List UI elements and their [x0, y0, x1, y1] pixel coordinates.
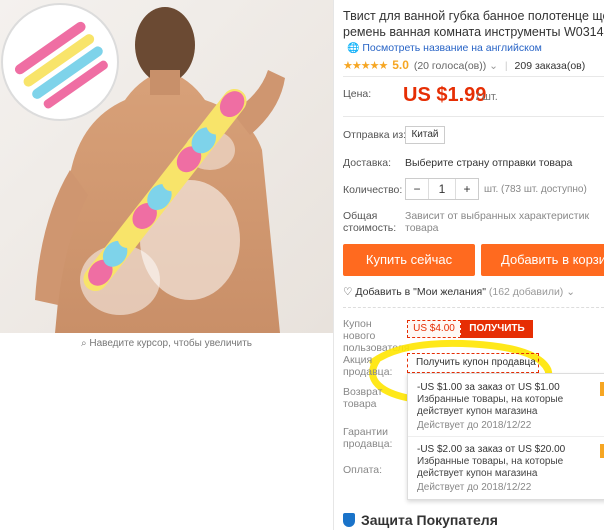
chevron-down-icon[interactable]: ⌄ — [566, 286, 575, 298]
product-image[interactable] — [0, 0, 333, 333]
product-info: Твист для ванной губка банное полотенце … — [343, 0, 604, 530]
rating-score: 5.0 — [392, 58, 409, 72]
separator: | — [504, 60, 508, 72]
shield-icon — [343, 513, 355, 527]
translate-title-link[interactable]: 🌐 Посмотреть название на английском — [347, 42, 542, 54]
divider — [343, 116, 604, 117]
chevron-down-icon[interactable]: ⌄ — [489, 60, 498, 72]
coupon-offer-1-desc2: действует купон магазина — [417, 406, 538, 417]
coupon-offer-2-title: -US $2.00 за заказ от US $20.00 — [417, 444, 566, 455]
guarantee-label: Гарантии продавца: — [343, 426, 393, 450]
product-title: Твист для ванной губка банное полотенце … — [343, 8, 604, 40]
quantity-decrease-button[interactable]: − — [406, 179, 428, 199]
product-title-line-2: ремень ванная комната инструменты W0314 — [343, 25, 604, 39]
delivery-label: Доставка: — [343, 157, 392, 169]
price-value: US $1.99 — [403, 84, 487, 106]
rating-row: ★★★★★ 5.0 (20 голоса(ов)) ⌄ | 209 заказа… — [343, 58, 585, 72]
seller-promo-label: Акция продавца: — [343, 354, 393, 378]
wishlist-count: (162 добавили) — [488, 286, 564, 298]
translate-icon: 🌐 — [347, 43, 360, 54]
coupon-offer-2[interactable]: -US $2.00 за заказ от US $20.00 Избранны… — [417, 444, 565, 494]
coupon-offer-2-desc: Избранные товары, на которые — [417, 456, 564, 467]
buyer-protection-title: Защита Покупателя — [361, 512, 498, 528]
seller-coupon-dropdown: -US $1.00 за заказ от US $1.00 Избранные… — [407, 373, 604, 500]
divider — [408, 436, 604, 437]
price-unit: / шт. — [476, 91, 498, 103]
coupon-offer-1-title: -US $1.00 за заказ от US $1.00 — [417, 382, 560, 393]
buy-now-button[interactable]: Купить сейчас — [343, 244, 475, 276]
star-rating-icon[interactable]: ★★★★★ — [343, 60, 388, 72]
payment-label: Оплата: — [343, 464, 383, 476]
coupon-offer-1[interactable]: -US $1.00 за заказ от US $1.00 Избранные… — [417, 382, 563, 432]
new-user-coupon-amount: US $4.00 — [407, 320, 461, 338]
quantity-input[interactable]: 1 — [428, 179, 456, 199]
price-label: Цена: — [343, 88, 372, 100]
product-gallery: ⌕ Наведите курсор, чтобы увеличить — [0, 0, 335, 530]
quantity-increase-button[interactable]: + — [456, 179, 478, 199]
get-coupon-tab[interactable] — [600, 382, 604, 396]
product-title-line-1: Твист для ванной губка банное полотенце … — [343, 9, 604, 23]
magnifier-icon: ⌕ — [80, 338, 87, 349]
zoom-hint-text: Наведите курсор, чтобы увеличить — [89, 338, 253, 349]
zoom-hint: ⌕ Наведите курсор, чтобы увеличить — [0, 338, 333, 349]
quantity-label: Количество: — [343, 184, 403, 196]
quantity-available: шт. (783 шт. доступно) — [484, 184, 587, 195]
heart-icon: ♡ — [343, 286, 353, 298]
delivery-value[interactable]: Выберите страну отправки товара — [405, 157, 572, 169]
ship-from-label: Отправка из: — [343, 129, 407, 141]
total-label: Общая стоимость: — [343, 210, 397, 234]
seller-coupon-select-text[interactable]: Получить купон продавца — [416, 357, 536, 368]
coupon-offer-1-expiry: Действует до 2018/12/22 — [417, 420, 532, 431]
product-photo-illustration — [0, 0, 333, 333]
get-coupon-tab[interactable] — [600, 444, 604, 458]
total-value: Зависит от выбранных характеристик товар… — [405, 210, 590, 234]
divider — [343, 307, 604, 308]
ship-from-option[interactable]: Китай — [405, 126, 445, 144]
column-divider — [333, 0, 334, 530]
add-to-cart-button[interactable]: Добавить в корзи — [481, 244, 604, 276]
translate-link-text[interactable]: Посмотреть название на английском — [362, 42, 542, 54]
seller-coupon-select[interactable]: Получить купон продавца ▾ — [407, 353, 539, 385]
coupon-offer-2-desc2: действует купон магазина — [417, 468, 538, 479]
divider — [343, 76, 604, 77]
buyer-protection[interactable]: Защита Покупателя — [343, 512, 498, 528]
wishlist-link[interactable]: ♡ Добавить в "Мои желания" (162 добавили… — [343, 286, 575, 298]
wishlist-label[interactable]: Добавить в "Мои желания" — [355, 286, 486, 298]
coupon-offer-1-desc: Избранные товары, на которые — [417, 394, 564, 405]
coupon-offer-2-expiry: Действует до 2018/12/22 — [417, 482, 532, 493]
quantity-stepper: − 1 + — [405, 178, 479, 200]
returns-label: Возврат товара — [343, 386, 383, 410]
rating-votes[interactable]: (20 голоса(ов)) — [414, 60, 486, 72]
orders-count: 209 заказа(ов) — [514, 60, 586, 72]
get-coupon-button[interactable]: ПОЛУЧИТЬ — [461, 320, 533, 338]
